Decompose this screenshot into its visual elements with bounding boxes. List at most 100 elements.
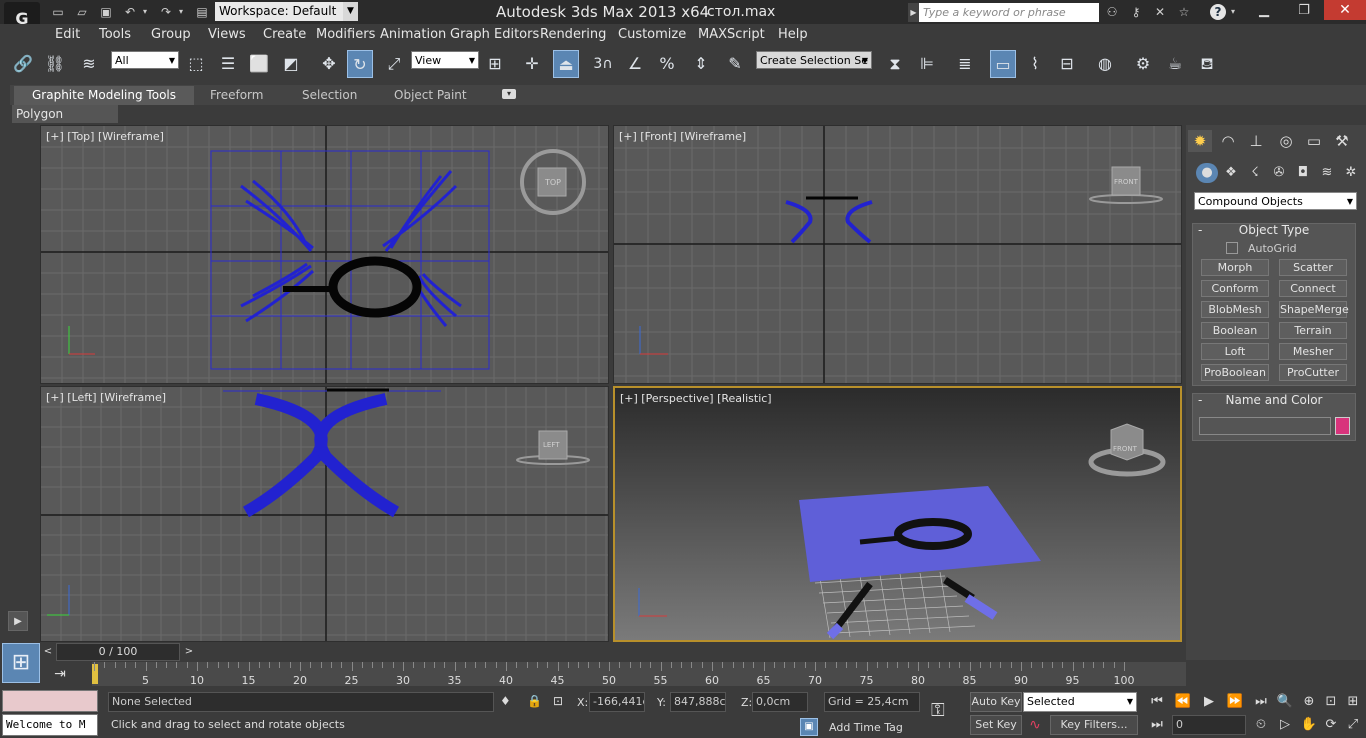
project-folder-icon[interactable]: ▤ xyxy=(194,4,210,20)
zoom-all-icon[interactable]: ⊕ xyxy=(1298,692,1320,712)
mesher-button[interactable]: Mesher xyxy=(1279,343,1347,360)
pivot-center-icon[interactable]: ⊞ xyxy=(482,50,508,78)
close-icon[interactable]: ✕ xyxy=(1324,0,1366,20)
mirror-icon[interactable]: ⧗ xyxy=(882,50,908,78)
search-expand-icon[interactable]: ▶ xyxy=(908,3,919,22)
graphite-toggle-icon[interactable]: ▭ xyxy=(990,50,1016,78)
curve-editor-icon[interactable]: ⌇ xyxy=(1022,50,1048,78)
select-manipulate-icon[interactable]: ✛ xyxy=(519,50,545,78)
percent-snap-icon[interactable]: % xyxy=(654,50,680,78)
menu-maxscript[interactable]: MAXScript xyxy=(698,27,765,42)
chevron-down-icon[interactable]: ▼ xyxy=(1347,193,1353,211)
conform-button[interactable]: Conform xyxy=(1201,280,1269,297)
geometry-icon[interactable]: ● xyxy=(1196,163,1218,183)
space-warps-icon[interactable]: ≋ xyxy=(1316,163,1338,183)
menu-help[interactable]: Help xyxy=(778,27,808,42)
key-filters-button[interactable]: Key Filters... xyxy=(1050,715,1138,735)
set-key-button[interactable]: Set Key xyxy=(970,715,1022,735)
viewport-label-top[interactable]: [+] [Top] [Wireframe] xyxy=(46,130,164,143)
restore-icon[interactable]: ❐ xyxy=(1284,0,1324,22)
viewport-front[interactable]: FRONT [+] [Front] [Wireframe] xyxy=(613,125,1182,384)
motion-tab-icon[interactable]: ◎ xyxy=(1274,130,1298,152)
menu-tools[interactable]: Tools xyxy=(99,27,131,42)
unlink-icon[interactable]: ⛓ xyxy=(42,50,68,78)
create-tab-icon[interactable]: ✹ xyxy=(1188,130,1212,152)
go-to-start-icon[interactable]: ⏮ xyxy=(1145,692,1169,712)
chevron-down-icon[interactable]: ▼ xyxy=(343,2,358,21)
favorites-star-icon[interactable]: ☆ xyxy=(1176,4,1192,20)
menu-create[interactable]: Create xyxy=(263,27,306,42)
chevron-down-icon[interactable]: ▼ xyxy=(862,52,868,70)
select-move-icon[interactable]: ✥ xyxy=(316,50,342,78)
selection-filter-dropdown[interactable]: All▼ xyxy=(111,51,179,69)
viewport-left[interactable]: LEFT [+] [Left] [Wireframe] xyxy=(40,386,609,642)
binoculars-icon[interactable]: ⚇ xyxy=(1104,4,1120,20)
key-mode-dropdown[interactable]: Selected▼ xyxy=(1023,692,1137,712)
schematic-view-icon[interactable]: ⊟ xyxy=(1054,50,1080,78)
menu-views[interactable]: Views xyxy=(208,27,246,42)
tab-selection[interactable]: Selection xyxy=(302,88,357,102)
hierarchy-tab-icon[interactable]: ⊥ xyxy=(1244,130,1268,152)
menu-edit[interactable]: Edit xyxy=(55,27,80,42)
next-key-icon[interactable]: ⏩ xyxy=(1223,692,1247,712)
go-to-end-icon[interactable]: ⏭ xyxy=(1249,692,1273,712)
save-icon[interactable]: ▣ xyxy=(98,4,114,20)
chevron-down-icon[interactable]: ▼ xyxy=(469,52,475,70)
redo-dropdown-icon[interactable]: ▾ xyxy=(176,4,186,20)
select-object-icon[interactable]: ⬚ xyxy=(183,50,209,78)
add-time-tag[interactable]: Add Time Tag xyxy=(829,721,903,734)
angle-snap-icon[interactable]: ∠ xyxy=(622,50,648,78)
zoom-icon[interactable]: 🔍 xyxy=(1274,692,1296,712)
window-crossing-icon[interactable]: ◩ xyxy=(278,50,304,78)
scatter-button[interactable]: Scatter xyxy=(1279,259,1347,276)
orbit-icon[interactable]: ⟳ xyxy=(1320,715,1342,735)
bind-space-warp-icon[interactable]: ≋ xyxy=(76,50,102,78)
prev-frame-icon[interactable]: < xyxy=(40,643,56,661)
category-dropdown[interactable]: Compound Objects▼ xyxy=(1194,192,1357,210)
utilities-tab-icon[interactable]: ⚒ xyxy=(1330,130,1354,152)
field-of-view-icon[interactable]: ▷ xyxy=(1274,715,1296,735)
communication-center-icon[interactable]: ✕ xyxy=(1152,4,1168,20)
chevron-down-icon[interactable]: ▼ xyxy=(169,52,175,70)
morph-button[interactable]: Morph xyxy=(1201,259,1269,276)
viewport-label-left[interactable]: [+] [Left] [Wireframe] xyxy=(46,391,166,404)
procutter-button[interactable]: ProCutter xyxy=(1279,364,1347,381)
viewport-label-perspective[interactable]: [+] [Perspective] [Realistic] xyxy=(620,392,772,405)
material-editor-icon[interactable]: ◍ xyxy=(1092,50,1118,78)
terrain-button[interactable]: Terrain xyxy=(1279,322,1347,339)
autogrid-checkbox[interactable] xyxy=(1226,242,1238,254)
open-file-icon[interactable]: ▱ xyxy=(74,4,90,20)
viewport-label-front[interactable]: [+] [Front] [Wireframe] xyxy=(619,130,746,143)
rect-selection-region-icon[interactable]: ⬜ xyxy=(246,50,272,78)
z-coordinate[interactable]: 0,0cm xyxy=(752,692,808,712)
cameras-icon[interactable]: ✇ xyxy=(1268,163,1290,183)
viewport-layout-icon[interactable]: ⊞ xyxy=(2,643,40,683)
display-tab-icon[interactable]: ▭ xyxy=(1302,130,1326,152)
time-config-icon[interactable]: ⏲ xyxy=(1250,715,1272,735)
object-color-swatch[interactable] xyxy=(1335,417,1350,435)
key-tangents-icon[interactable]: ∿ xyxy=(1024,715,1046,735)
edit-named-selection-icon[interactable]: ✎ xyxy=(722,50,748,78)
tab-object-paint[interactable]: Object Paint xyxy=(394,88,467,102)
maxscript-listener-pink[interactable] xyxy=(2,690,98,712)
menu-modifiers[interactable]: Modifiers xyxy=(316,27,375,42)
shapes-icon[interactable]: ❖ xyxy=(1220,163,1242,183)
next-frame-icon[interactable]: > xyxy=(181,643,197,661)
time-tag-icon[interactable]: ▣ xyxy=(800,718,818,736)
help-dropdown-icon[interactable]: ▾ xyxy=(1228,4,1238,20)
x-coordinate[interactable]: -166,441cr xyxy=(589,692,645,712)
blobmesh-button[interactable]: BlobMesh xyxy=(1201,301,1269,318)
helpers-icon[interactable]: ◘ xyxy=(1292,163,1314,183)
current-frame-marker[interactable] xyxy=(92,664,98,684)
render-production-icon[interactable]: ⛾ xyxy=(1194,50,1220,78)
align-icon[interactable]: ⊫ xyxy=(914,50,940,78)
tab-freeform[interactable]: Freeform xyxy=(210,88,263,102)
time-slider[interactable]: 0 / 100 xyxy=(56,643,180,661)
key-icon[interactable]: ⚷ xyxy=(1128,4,1144,20)
connect-button[interactable]: Connect xyxy=(1279,280,1347,297)
object-type-title[interactable]: Object Type xyxy=(1192,223,1356,237)
help-icon[interactable]: ? xyxy=(1210,4,1226,20)
maximize-viewport-icon[interactable]: ⤢ xyxy=(1342,715,1364,735)
redo-icon[interactable]: ↷ xyxy=(158,4,174,20)
key-mode-toggle-icon[interactable]: ⏭ xyxy=(1145,715,1169,735)
